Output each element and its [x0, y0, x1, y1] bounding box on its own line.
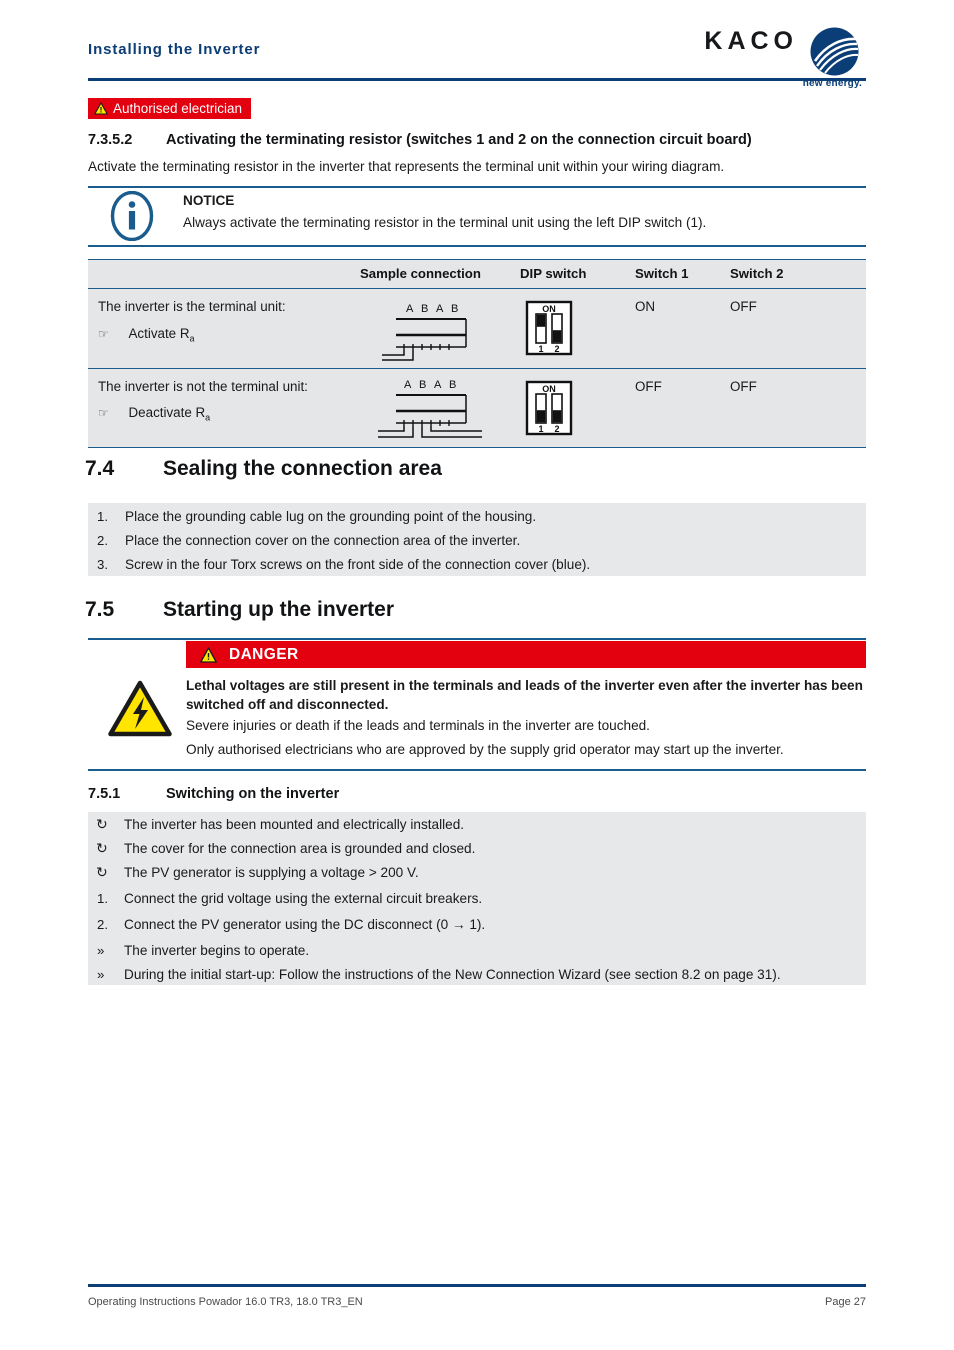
danger-bottom-divider — [88, 769, 866, 771]
list-item: Place the grounding cable lug on the gro… — [125, 509, 537, 524]
row-action-label: Activate R — [128, 326, 190, 341]
danger-header-bar: DANGER — [186, 641, 866, 668]
row-description: The inverter is the terminal unit: — [98, 299, 286, 314]
column-header-switch-1: Switch 1 — [635, 266, 689, 281]
electric-shock-warning-icon — [108, 680, 172, 737]
table-row: The inverter is not the terminal unit: ☞… — [88, 369, 866, 448]
row-action-subscript: a — [205, 412, 211, 423]
svg-text:2: 2 — [554, 424, 559, 434]
terminating-resistor-table: Sample connection DIP switch Switch 1 Sw… — [88, 259, 866, 448]
list-marker: 3. — [97, 557, 108, 572]
logo-wordmark: KACO — [704, 27, 798, 55]
kaco-globe-icon — [810, 27, 859, 76]
footer-page-number: Page 27 — [825, 1296, 866, 1308]
column-header-switch-2: Switch 2 — [730, 266, 784, 281]
list-marker: ↻ — [96, 840, 108, 856]
section-7-3-5-2-intro: Activate the terminating resistor in the… — [88, 159, 725, 174]
heading-number: 7.5.1 — [88, 786, 121, 802]
notice-top-divider — [88, 186, 866, 188]
list-item: The cover for the connection area is gro… — [124, 841, 476, 856]
list-item: Connect the PV generator using the DC di… — [124, 917, 486, 932]
notice-title: NOTICE — [183, 193, 235, 208]
table-header-row: Sample connection DIP switch Switch 1 Sw… — [88, 259, 866, 289]
pointing-hand-icon: ☞ — [98, 406, 109, 420]
row-action-label: Deactivate R — [128, 405, 206, 420]
svg-text:ON: ON — [542, 304, 556, 314]
heading-7-4: 7.4 Sealing the connection area — [85, 457, 442, 481]
list-marker: 2. — [97, 917, 108, 932]
document-page: Installing the Inverter KACO new energy.… — [0, 0, 954, 1350]
info-icon — [110, 191, 154, 241]
heading-7-5-1: 7.5.1 Switching on the inverter — [88, 786, 339, 802]
notice-text: Always activate the terminating resistor… — [183, 215, 707, 230]
svg-text:1: 1 — [538, 424, 543, 434]
list-item: Connect the grid voltage using the exter… — [124, 891, 483, 906]
sample-connection-diagram: A B A B — [382, 303, 467, 361]
list-item: During the initial start-up: Follow the … — [124, 967, 781, 982]
list-marker: » — [97, 967, 105, 982]
list-item: The PV generator is supplying a voltage … — [124, 865, 419, 880]
row-switch-1-value: OFF — [635, 379, 662, 394]
danger-line-2: Only authorised electricians who are app… — [186, 742, 784, 757]
row-description: The inverter is not the terminal unit: — [98, 379, 308, 394]
list-item: Place the connection cover on the connec… — [125, 533, 521, 548]
svg-text:A B A B: A B A B — [404, 379, 459, 391]
list-item: The inverter begins to operate. — [124, 943, 310, 958]
list-marker: 1. — [97, 891, 108, 906]
notice-box: NOTICE Always activate the terminating r… — [88, 189, 866, 245]
heading-number: 7.4 — [85, 457, 115, 480]
warning-triangle-icon — [200, 646, 217, 663]
row-switch-1-value: ON — [635, 299, 656, 314]
notice-bottom-divider — [88, 245, 866, 247]
heading-text: Activating the terminating resistor (swi… — [166, 132, 752, 148]
dip-switch-diagram: ON 1 2 — [525, 300, 573, 356]
list-marker: » — [97, 943, 105, 958]
status-badge-label: Authorised electrician — [113, 101, 243, 116]
list-item: The inverter has been mounted and electr… — [124, 817, 465, 832]
sample-connection-diagram: A B A B — [378, 379, 482, 438]
header-divider — [88, 78, 866, 81]
status-badge: Authorised electrician — [88, 98, 252, 119]
heading-7-3-5-2: 7.3.5.2 Activating the terminating resist… — [88, 132, 752, 148]
footer-divider — [88, 1284, 866, 1287]
page-title: Installing the Inverter — [88, 41, 261, 58]
list-marker: 1. — [97, 509, 108, 524]
svg-text:1: 1 — [538, 344, 543, 354]
heading-text: Starting up the inverter — [163, 598, 395, 621]
list-marker: 2. — [97, 533, 108, 548]
footer-document-title: Operating Instructions Powador 16.0 TR3,… — [88, 1296, 363, 1308]
heading-number: 7.5 — [85, 598, 115, 621]
pointing-hand-icon: ☞ — [98, 327, 109, 341]
row-action-subscript: a — [189, 333, 195, 344]
page-header: Installing the Inverter KACO new energy. — [88, 27, 866, 89]
heading-7-5: 7.5 Starting up the inverter — [85, 598, 394, 622]
row-switch-2-value: OFF — [730, 379, 757, 394]
dip-switch-diagram: ON 1 2 — [525, 380, 573, 436]
danger-top-divider — [88, 638, 866, 640]
kaco-logo: KACO new energy. — [686, 25, 866, 89]
table-row: The inverter is the terminal unit: ☞ Act… — [88, 289, 866, 369]
svg-text:2: 2 — [554, 344, 559, 354]
row-action: ☞ Deactivate Ra — [98, 405, 210, 423]
list-item: Screw in the four Torx screws on the fro… — [125, 557, 591, 572]
svg-text:ON: ON — [542, 384, 556, 394]
row-action: ☞ Activate Ra — [98, 326, 195, 344]
list-marker: ↻ — [96, 816, 108, 832]
heading-text: Switching on the inverter — [166, 786, 340, 802]
list-marker: ↻ — [96, 864, 108, 880]
danger-line-1: Severe injuries or death if the leads an… — [186, 718, 650, 733]
column-header-dip-switch: DIP switch — [520, 266, 587, 281]
svg-text:A B A B: A B A B — [406, 303, 461, 315]
heading-text: Sealing the connection area — [163, 457, 442, 480]
column-header-sample-connection: Sample connection — [360, 266, 481, 281]
heading-number: 7.3.5.2 — [88, 132, 133, 148]
row-switch-2-value: OFF — [730, 299, 757, 314]
danger-label: DANGER — [229, 645, 299, 663]
danger-bold-text: Lethal voltages are still present in the… — [186, 678, 863, 712]
warning-triangle-icon — [94, 102, 108, 115]
